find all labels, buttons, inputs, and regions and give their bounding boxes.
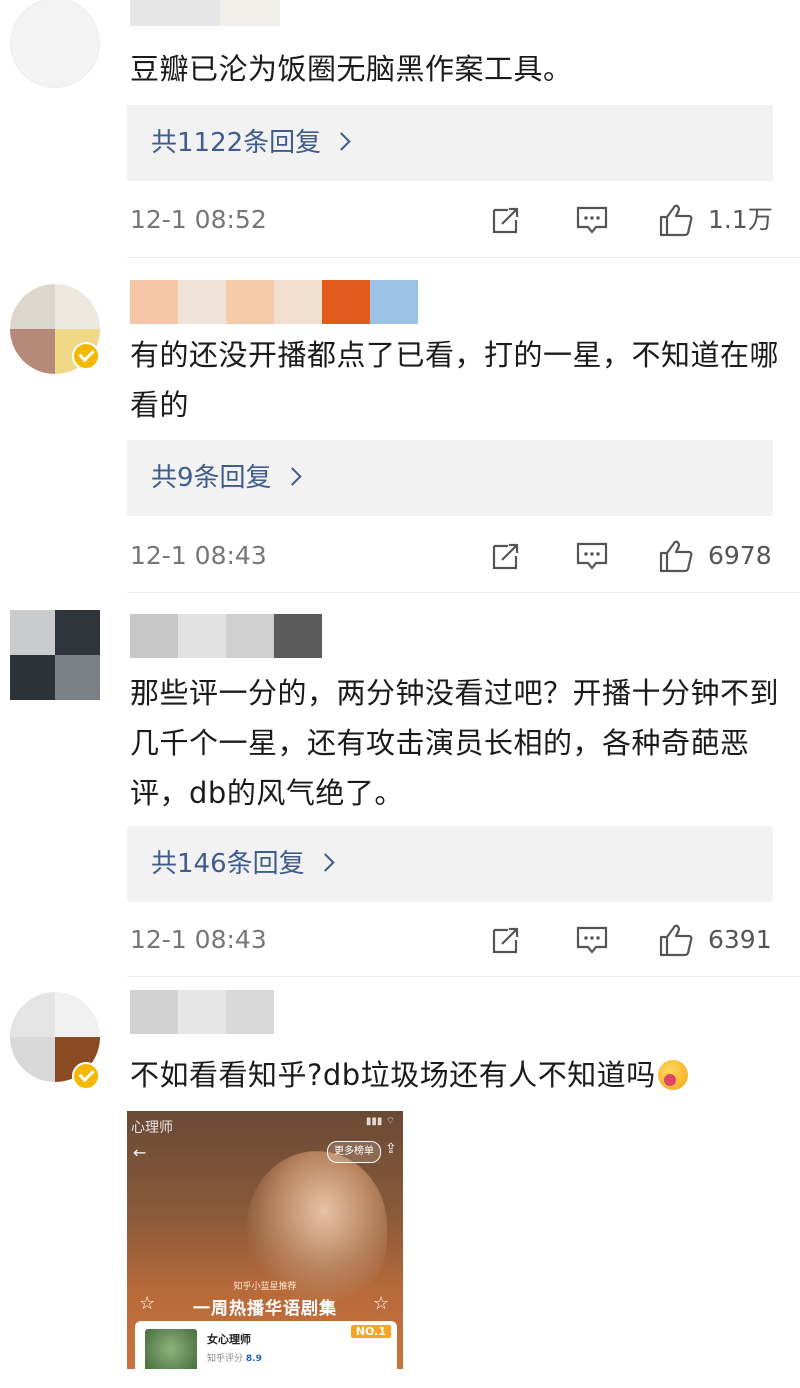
share-icon: ⇪ xyxy=(385,1141,397,1157)
comment-3: 那些评一分的，两分钟没看过吧？开播十分钟不到几千个一星，还有攻击演员长相的，各种… xyxy=(0,592,800,978)
like-icon[interactable] xyxy=(658,538,694,574)
username-blurred[interactable] xyxy=(130,614,322,658)
comment-text: 不如看看知乎?db垃圾场还有人不知道吗 xyxy=(130,1050,780,1100)
replies-count: 共1122条回复 xyxy=(151,128,322,158)
replies-link[interactable]: 共9条回复 xyxy=(127,440,773,516)
star-icon: ☆ xyxy=(373,1293,390,1314)
avatar[interactable] xyxy=(10,0,100,88)
comment-text: 那些评一分的，两分钟没看过吧？开播十分钟不到几千个一星，还有攻击演员长相的，各种… xyxy=(130,676,780,810)
chevron-right-icon xyxy=(315,853,335,872)
attached-image[interactable]: 心理师 ▮▮▮ ⌔ ← 更多榜单 ⇪ 知乎小蓝星推荐 ☆ 一周热播华语剧集 ☆ … xyxy=(127,1111,403,1369)
show-title: 女心理师 xyxy=(207,1333,251,1346)
signal-icon: ▮▮▮ ⌔ xyxy=(365,1116,395,1127)
back-arrow-icon: ← xyxy=(133,1143,147,1162)
timestamp: 12-1 08:43 xyxy=(130,925,267,954)
list-headline: 一周热播华语剧集 xyxy=(193,1299,337,1319)
comment-text-content: 不如看看知乎?db垃圾场还有人不知道吗 xyxy=(130,1058,656,1092)
comment-4: 不如看看知乎?db垃圾场还有人不知道吗 心理师 ▮▮▮ ⌔ ← 更多榜单 ⇪ 知… xyxy=(0,978,800,1388)
avatar[interactable] xyxy=(10,610,100,700)
comment-meta: 12-1 08:43 6391 xyxy=(130,920,775,960)
top-show-card: 女心理师 知乎评分 8.9 NO.1 xyxy=(135,1321,397,1369)
timestamp: 12-1 08:52 xyxy=(130,205,267,234)
username-blurred[interactable] xyxy=(130,990,274,1034)
like-count: 1.1万 xyxy=(708,205,773,234)
brand-logo: 心理师 xyxy=(131,1120,173,1136)
username-blurred[interactable] xyxy=(130,0,280,26)
comment-icon[interactable] xyxy=(575,204,609,236)
share-icon[interactable] xyxy=(490,924,522,956)
timestamp: 12-1 08:43 xyxy=(130,541,267,570)
replies-count: 共9条回复 xyxy=(151,463,272,493)
verified-icon xyxy=(72,342,100,370)
like-count: 6391 xyxy=(708,925,772,954)
comment-icon[interactable] xyxy=(575,540,609,572)
emoji-icon xyxy=(657,1060,688,1090)
divider xyxy=(127,976,800,977)
chevron-right-icon xyxy=(332,132,351,151)
comment-2: 有的还没开播都点了已看，打的一星，不知道在哪看的 共9条回复 12-1 08:4… xyxy=(0,258,800,593)
recommend-label: 知乎小蓝星推荐 xyxy=(233,1282,297,1292)
like-icon[interactable] xyxy=(658,202,694,238)
username-blurred[interactable] xyxy=(130,280,418,324)
share-icon[interactable] xyxy=(490,540,522,572)
rank-badge: NO.1 xyxy=(350,1325,391,1338)
comment-icon[interactable] xyxy=(575,924,609,956)
replies-link[interactable]: 共1122条回复 xyxy=(127,105,773,181)
share-icon[interactable] xyxy=(490,204,522,236)
verified-icon xyxy=(72,1062,100,1090)
like-icon[interactable] xyxy=(658,922,694,958)
comment-meta: 12-1 08:52 1.1万 xyxy=(130,200,775,240)
comment-text: 豆瓣已沦为饭圈无脑黑作案工具。 xyxy=(130,52,573,86)
comment-1: 豆瓣已沦为饭圈无脑黑作案工具。 共1122条回复 12-1 08:52 1.1万 xyxy=(0,0,800,258)
like-count: 6978 xyxy=(708,541,772,570)
show-thumbnail xyxy=(145,1329,197,1369)
more-lists-button: 更多榜单 xyxy=(327,1141,381,1163)
chevron-right-icon xyxy=(282,467,302,486)
show-score: 知乎评分 8.9 xyxy=(207,1354,262,1364)
replies-link[interactable]: 共146条回复 xyxy=(127,826,773,902)
replies-count: 共146条回复 xyxy=(151,849,305,879)
comment-text: 有的还没开播都点了已看，打的一星，不知道在哪看的 xyxy=(130,338,780,422)
comment-meta: 12-1 08:43 6978 xyxy=(130,536,775,576)
